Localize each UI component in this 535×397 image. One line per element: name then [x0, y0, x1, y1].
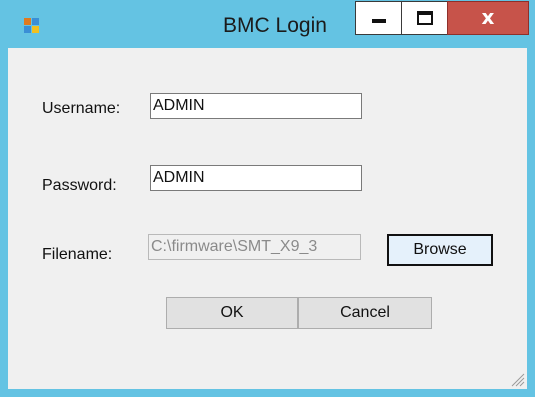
- dialog-client-area: Username: ADMIN Password: ADMIN Filename…: [8, 48, 527, 389]
- filename-field: C:\firmware\SMT_X9_3: [148, 234, 361, 260]
- username-field[interactable]: ADMIN: [150, 93, 362, 119]
- maximize-button[interactable]: [401, 1, 448, 35]
- cancel-button[interactable]: Cancel: [298, 297, 432, 329]
- bmc-login-window: BMC Login x Username: ADMIN Password: AD…: [0, 0, 535, 397]
- close-button[interactable]: x: [447, 1, 529, 35]
- password-label: Password:: [42, 177, 117, 194]
- browse-button[interactable]: Browse: [387, 234, 493, 266]
- filename-label: Filename:: [42, 246, 113, 263]
- title-bar[interactable]: BMC Login x: [0, 0, 535, 48]
- minimize-icon: [372, 19, 386, 23]
- ok-button[interactable]: OK: [166, 297, 298, 329]
- maximize-icon: [417, 11, 433, 25]
- resize-grip-icon[interactable]: [509, 371, 525, 387]
- password-field[interactable]: ADMIN: [150, 165, 362, 191]
- window-title: BMC Login: [223, 14, 327, 37]
- minimize-button[interactable]: [355, 1, 402, 35]
- username-label: Username:: [42, 100, 121, 117]
- app-window-icon: [24, 18, 40, 34]
- close-icon: x: [481, 5, 495, 29]
